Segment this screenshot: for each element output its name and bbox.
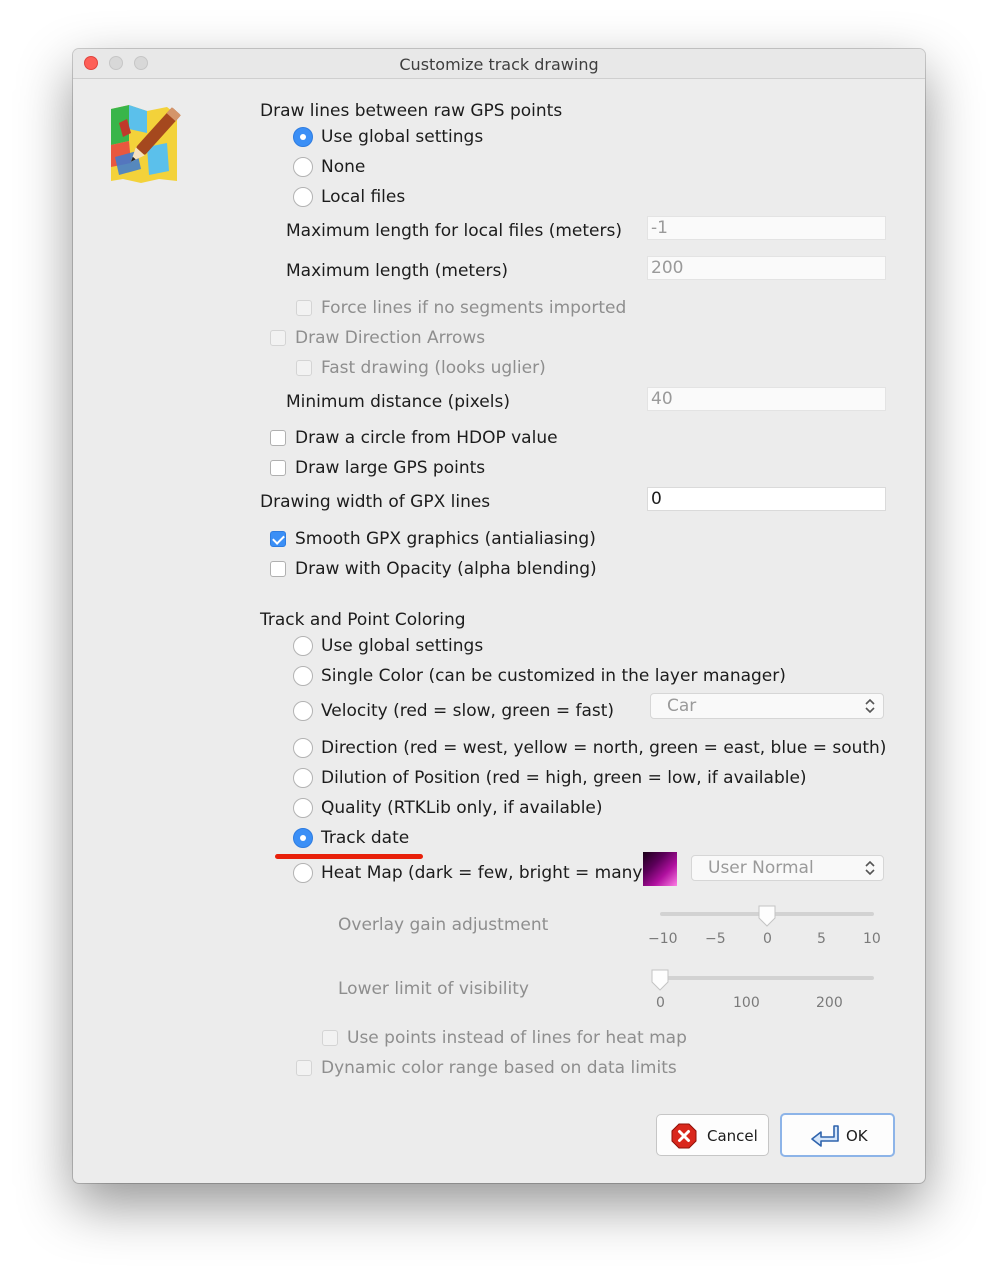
color-track-date-label: Track date bbox=[321, 828, 410, 848]
lower-limit-slider[interactable] bbox=[660, 976, 874, 980]
lines-use-global-radio[interactable] bbox=[293, 127, 313, 147]
lower-limit-tick: 100 bbox=[733, 995, 760, 1011]
ok-button-label: OK bbox=[846, 1127, 868, 1145]
title-bar[interactable]: Customize track drawing bbox=[73, 49, 925, 79]
smooth-graphics-checkbox[interactable] bbox=[270, 531, 286, 547]
velocity-profile-value: Car bbox=[667, 696, 697, 716]
overlay-gain-tick: 5 bbox=[817, 931, 826, 947]
heatmap-color-swatch[interactable] bbox=[643, 852, 677, 886]
color-global-radio[interactable] bbox=[293, 636, 313, 656]
color-single-label: Single Color (can be customized in the l… bbox=[321, 666, 786, 686]
lines-use-global-label: Use global settings bbox=[321, 127, 484, 147]
color-quality-radio[interactable] bbox=[293, 798, 313, 818]
lines-section-heading: Draw lines between raw GPS points bbox=[260, 101, 563, 121]
overlay-gain-tick: 0 bbox=[763, 931, 772, 947]
velocity-profile-select[interactable]: Car bbox=[650, 693, 884, 719]
use-points-label: Use points instead of lines for heat map bbox=[347, 1028, 687, 1048]
color-heatmap-label: Heat Map (dark = few, bright = many) bbox=[321, 863, 650, 883]
updown-chevron-icon bbox=[865, 698, 875, 714]
lines-none-radio[interactable] bbox=[293, 157, 313, 177]
fast-drawing-label: Fast drawing (looks uglier) bbox=[321, 358, 546, 378]
lower-limit-label: Lower limit of visibility bbox=[338, 979, 529, 999]
dynamic-range-label: Dynamic color range based on data limits bbox=[321, 1058, 677, 1078]
direction-arrows-label: Draw Direction Arrows bbox=[295, 328, 486, 348]
direction-arrows-checkbox[interactable] bbox=[270, 330, 286, 346]
large-points-checkbox[interactable] bbox=[270, 460, 286, 476]
lines-none-label: None bbox=[321, 157, 366, 177]
cancel-button-label: Cancel bbox=[707, 1127, 758, 1145]
max-length-local-label: Maximum length for local files (meters) bbox=[286, 221, 622, 241]
min-distance-field[interactable]: 40 bbox=[647, 387, 886, 411]
opacity-label: Draw with Opacity (alpha blending) bbox=[295, 559, 597, 579]
cancel-button[interactable]: Cancel bbox=[656, 1114, 769, 1156]
color-global-label: Use global settings bbox=[321, 636, 484, 656]
color-track-date-radio[interactable] bbox=[293, 828, 313, 848]
color-velocity-label: Velocity (red = slow, green = fast) bbox=[321, 701, 615, 721]
color-quality-label: Quality (RTKLib only, if available) bbox=[321, 798, 603, 818]
max-length-field[interactable]: 200 bbox=[647, 256, 886, 280]
lower-limit-slider-thumb[interactable] bbox=[651, 969, 669, 991]
overlay-gain-slider-thumb[interactable] bbox=[758, 905, 776, 927]
color-dilution-radio[interactable] bbox=[293, 768, 313, 788]
updown-chevron-icon bbox=[865, 860, 875, 876]
cancel-icon bbox=[671, 1123, 697, 1149]
overlay-gain-label: Overlay gain adjustment bbox=[338, 915, 549, 935]
opacity-checkbox[interactable] bbox=[270, 561, 286, 577]
coloring-section-heading: Track and Point Coloring bbox=[260, 610, 466, 630]
fast-drawing-checkbox[interactable] bbox=[296, 360, 312, 376]
color-dilution-label: Dilution of Position (red = high, green … bbox=[321, 768, 807, 788]
hdop-circle-label: Draw a circle from HDOP value bbox=[295, 428, 558, 448]
lower-limit-tick: 0 bbox=[656, 995, 665, 1011]
large-points-label: Draw large GPS points bbox=[295, 458, 486, 478]
max-length-local-field[interactable]: -1 bbox=[647, 216, 886, 240]
hdop-circle-checkbox[interactable] bbox=[270, 430, 286, 446]
color-direction-radio[interactable] bbox=[293, 738, 313, 758]
return-arrow-icon bbox=[811, 1125, 839, 1147]
heatmap-scheme-select[interactable]: User Normal bbox=[691, 855, 884, 881]
track-date-annotation-underline bbox=[275, 854, 423, 859]
force-lines-checkbox[interactable] bbox=[296, 300, 312, 316]
color-single-radio[interactable] bbox=[293, 666, 313, 686]
force-lines-label: Force lines if no segments imported bbox=[321, 298, 627, 318]
map-pencil-icon bbox=[107, 101, 191, 185]
dynamic-range-checkbox[interactable] bbox=[296, 1060, 312, 1076]
overlay-gain-tick: −5 bbox=[705, 931, 726, 947]
color-velocity-radio[interactable] bbox=[293, 701, 313, 721]
customize-track-dialog: Customize track drawing Draw lines betwe… bbox=[73, 49, 925, 1183]
smooth-graphics-label: Smooth GPX graphics (antialiasing) bbox=[295, 529, 596, 549]
drawing-width-field[interactable]: 0 bbox=[647, 487, 886, 511]
heatmap-scheme-value: User Normal bbox=[708, 858, 814, 878]
window-title: Customize track drawing bbox=[399, 55, 599, 74]
lines-local-files-label: Local files bbox=[321, 187, 406, 207]
min-distance-label: Minimum distance (pixels) bbox=[286, 392, 510, 412]
lower-limit-tick: 200 bbox=[816, 995, 843, 1011]
overlay-gain-tick: 10 bbox=[863, 931, 881, 947]
lines-local-files-radio[interactable] bbox=[293, 187, 313, 207]
use-points-checkbox[interactable] bbox=[322, 1030, 338, 1046]
overlay-gain-tick: −10 bbox=[648, 931, 678, 947]
drawing-width-label: Drawing width of GPX lines bbox=[260, 492, 491, 512]
max-length-label: Maximum length (meters) bbox=[286, 261, 509, 281]
color-direction-label: Direction (red = west, yellow = north, g… bbox=[321, 738, 887, 758]
color-heatmap-radio[interactable] bbox=[293, 863, 313, 883]
ok-button[interactable]: OK bbox=[780, 1113, 895, 1157]
